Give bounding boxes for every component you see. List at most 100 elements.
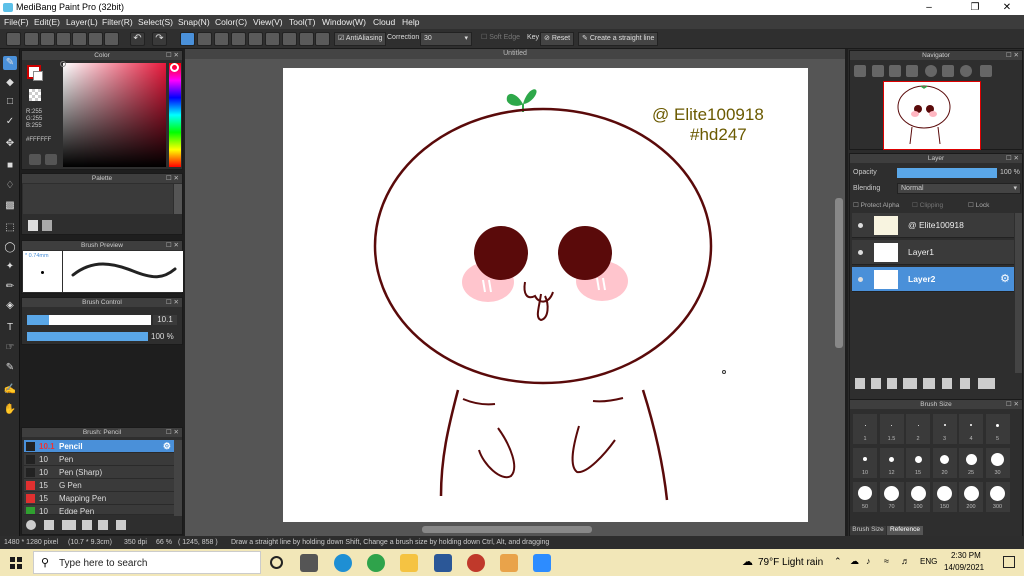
pen-tool-icon[interactable]: ✓	[3, 115, 17, 129]
hand-tool-icon[interactable]: ✋	[3, 403, 17, 417]
rotate-left-icon[interactable]	[925, 65, 937, 77]
comic-icon[interactable]	[56, 32, 71, 46]
layer-list-scrollbar[interactable]	[1015, 213, 1022, 373]
brush-list-scrollbar[interactable]	[174, 440, 182, 516]
menu-cloud[interactable]: Cloud	[373, 17, 395, 27]
undo-icon[interactable]: ↶	[130, 32, 145, 46]
canvas-vertical-scrollbar[interactable]	[835, 198, 843, 348]
zoom-in-icon[interactable]	[854, 65, 866, 77]
layer-row-watermark[interactable]: @ Elite100918	[852, 213, 1014, 238]
gradient-tool-icon[interactable]: ▩	[3, 199, 17, 213]
duplicate-layer-icon[interactable]	[942, 378, 952, 389]
delete-brush-icon[interactable]	[116, 520, 126, 530]
concentric-snap-icon[interactable]	[265, 32, 280, 46]
move-tool-icon[interactable]: ✥	[3, 137, 17, 151]
drawing-canvas[interactable]: @ Elite100918 #hd247	[283, 68, 808, 522]
clipping-checkbox[interactable]: ☐ Clipping	[912, 201, 943, 209]
brush-size-cell[interactable]: 70	[879, 482, 904, 512]
brush-item-pen[interactable]: 10 Pen	[24, 453, 174, 466]
hue-slider[interactable]	[169, 63, 181, 167]
menu-select[interactable]: Select(S)	[138, 17, 173, 27]
brush-size-cell[interactable]: 200	[959, 482, 983, 512]
curve-snap-icon[interactable]	[282, 32, 297, 46]
tray-language[interactable]: ENG	[920, 557, 937, 566]
menu-view[interactable]: View(V)	[253, 17, 283, 27]
eraser-tool-icon[interactable]: ◆	[3, 76, 17, 90]
brush-item-pen-sharp[interactable]: 10 Pen (Sharp)	[24, 466, 174, 479]
soft-edge-checkbox[interactable]: ☐ Soft Edge	[478, 32, 523, 46]
word-icon[interactable]	[434, 554, 452, 572]
color-mode-icon[interactable]	[29, 154, 41, 165]
reset-view-icon[interactable]	[980, 65, 992, 77]
grid-snap-icon[interactable]	[214, 32, 229, 46]
eyedropper-icon[interactable]: ✍	[3, 383, 17, 397]
palette-scrollbar[interactable]	[174, 184, 182, 214]
layer-add-menu-icon[interactable]	[903, 378, 917, 389]
settings-gear-icon[interactable]	[315, 32, 330, 46]
brush-duplicate-icon[interactable]	[98, 520, 108, 530]
add-brush-icon[interactable]	[26, 520, 36, 530]
menu-snap[interactable]: Snap(N)	[178, 17, 210, 27]
close-button[interactable]: ✕	[992, 0, 1022, 15]
menu-filter[interactable]: Filter(R)	[102, 17, 133, 27]
divide-tool-icon[interactable]: ✎	[3, 361, 17, 375]
brush-size-cell[interactable]: 2	[906, 414, 930, 444]
new-8bit-layer-icon[interactable]	[887, 378, 897, 389]
hue-cursor[interactable]	[170, 63, 179, 72]
redo-icon[interactable]: ↷	[152, 32, 167, 46]
brush-size-cell[interactable]: 12	[879, 448, 904, 478]
palette-swatches[interactable]	[23, 184, 173, 214]
layer-opacity-slider[interactable]	[897, 168, 997, 178]
page-icon[interactable]	[72, 32, 87, 46]
cortana-icon[interactable]	[270, 556, 283, 569]
cloud-icon[interactable]	[6, 32, 21, 46]
brush-item-pencil[interactable]: 10.1 Pencil ⚙	[24, 440, 174, 453]
select-tool-icon[interactable]: ⬚	[3, 221, 17, 235]
ellipse-snap-icon[interactable]	[299, 32, 314, 46]
brush-size-cell[interactable]: 30	[985, 448, 1010, 478]
radial-snap-icon[interactable]	[248, 32, 263, 46]
snap-off-icon[interactable]	[180, 32, 195, 46]
color-picker-icon[interactable]	[45, 154, 57, 165]
select-eraser-icon[interactable]: ◈	[3, 299, 17, 313]
upload-icon[interactable]	[24, 32, 39, 46]
brush-size-cell[interactable]: 1	[853, 414, 877, 444]
chat-icon[interactable]	[40, 32, 55, 46]
brush-folder-icon[interactable]	[44, 520, 54, 530]
bucket-tool-icon[interactable]: ♢	[3, 179, 17, 193]
fill-shape-icon[interactable]: ■	[3, 159, 17, 173]
tab-reference[interactable]: Reference	[887, 526, 923, 535]
brush-size-cell[interactable]: 4	[959, 414, 983, 444]
menu-edit[interactable]: Edit(E)	[34, 17, 60, 27]
operation-tool-icon[interactable]: ☞	[3, 341, 17, 355]
straight-line-button[interactable]: ✎ Create a straight line	[578, 32, 659, 46]
perspective-snap-icon[interactable]	[231, 32, 246, 46]
protect-alpha-checkbox[interactable]: ☐ Protect Alpha	[853, 201, 899, 209]
brush-size-slider[interactable]	[27, 315, 151, 325]
zoom-app-icon[interactable]	[533, 554, 551, 572]
tab-brush-size[interactable]: Brush Size	[850, 526, 886, 535]
layer-row-layer2[interactable]: Layer2 ⚙	[852, 267, 1014, 292]
brush-size-value[interactable]: 10.1	[153, 315, 177, 325]
rectangle-tool-icon[interactable]: □	[3, 95, 17, 109]
delete-layer-icon[interactable]	[983, 378, 995, 389]
new-halftone-layer-icon[interactable]	[871, 378, 881, 389]
layer-folder-icon[interactable]	[923, 378, 935, 389]
brush-size-cell[interactable]: 1.5	[879, 414, 904, 444]
tray-wifi-icon[interactable]: ≈	[884, 556, 889, 566]
brush-copy-icon[interactable]	[82, 520, 92, 530]
brush-tool-icon[interactable]: ✎	[3, 56, 17, 70]
visibility-eye-icon[interactable]	[858, 277, 863, 282]
blending-select[interactable]: Normal ▾	[897, 183, 1021, 194]
rotate-right-icon[interactable]	[960, 65, 972, 77]
visibility-eye-icon[interactable]	[858, 223, 863, 228]
saturation-value-picker[interactable]	[63, 63, 166, 167]
layer-row-layer1[interactable]: Layer1	[852, 240, 1014, 265]
brush-size-cell[interactable]: 3	[932, 414, 957, 444]
brush-size-cell[interactable]: 5	[985, 414, 1010, 444]
brush-size-cell[interactable]: 50	[853, 482, 877, 512]
task-view-icon[interactable]	[300, 554, 318, 572]
brush-size-cell[interactable]: 20	[932, 448, 957, 478]
menu-file[interactable]: File(F)	[4, 17, 29, 27]
chrome-profile-icon[interactable]	[467, 554, 485, 572]
